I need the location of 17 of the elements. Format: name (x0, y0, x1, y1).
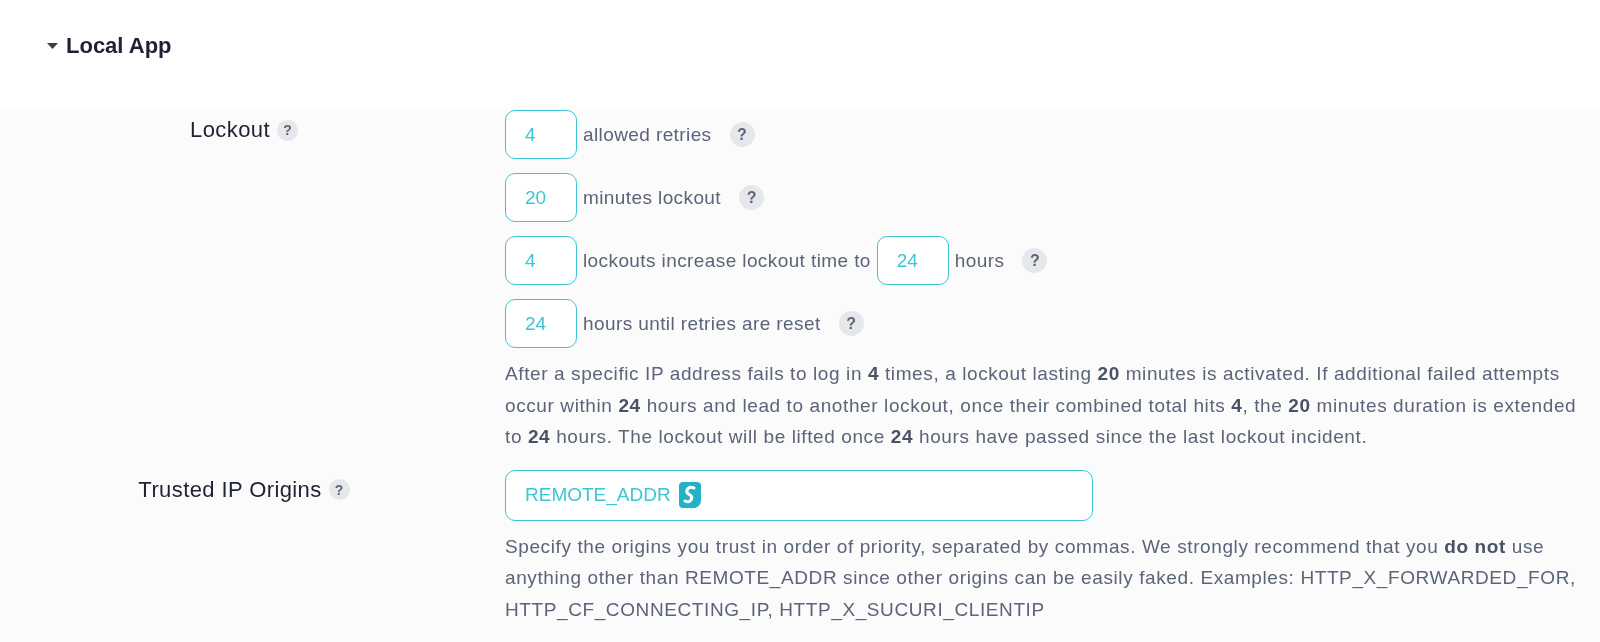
setting-label: Lockout (190, 117, 270, 143)
field-caption: lockouts increase lockout time to (583, 249, 871, 272)
setting-description: After a specific IP address fails to log in 4 times, a lockout lasting 20 minutes is activated. If additional failed attempts occur within 24 hours and lead to another lockout, once their combined total hits 4, the 20 minutes duration is extended to 24 hours. The lockout will be lifted once 24 hours have passed since the last lockout incident. (505, 362, 1578, 449)
help-icon[interactable]: ? (276, 119, 298, 141)
field-caption: hours (954, 249, 1005, 272)
help-icon[interactable]: ? (739, 185, 764, 210)
setting-description: Specify the origins you trust in order of priority, separated by commas. We strongly recommend that you do not use anything other than REMOTE_ADDR since other origins can be easily faked. Examples: HTTP_X_FORWARDED_FOR, HTTP_CF_CONNECTING_IP, HTTP_X_SUCURI_CLIENTIP (505, 534, 1577, 623)
field-caption: minutes lockout (583, 186, 721, 209)
field-caption: allowed retries (583, 123, 712, 146)
help-icon[interactable]: ? (1022, 248, 1048, 273)
help-icon[interactable]: ? (328, 479, 350, 500)
setting-label: Trusted IP Origins (138, 476, 322, 503)
field-caption: hours until retries are reset (583, 312, 821, 335)
help-icon[interactable]: ? (838, 311, 864, 336)
caret-down-icon[interactable] (47, 43, 58, 49)
help-icon[interactable]: ? (729, 122, 755, 147)
section-title[interactable]: Local App (66, 33, 172, 59)
